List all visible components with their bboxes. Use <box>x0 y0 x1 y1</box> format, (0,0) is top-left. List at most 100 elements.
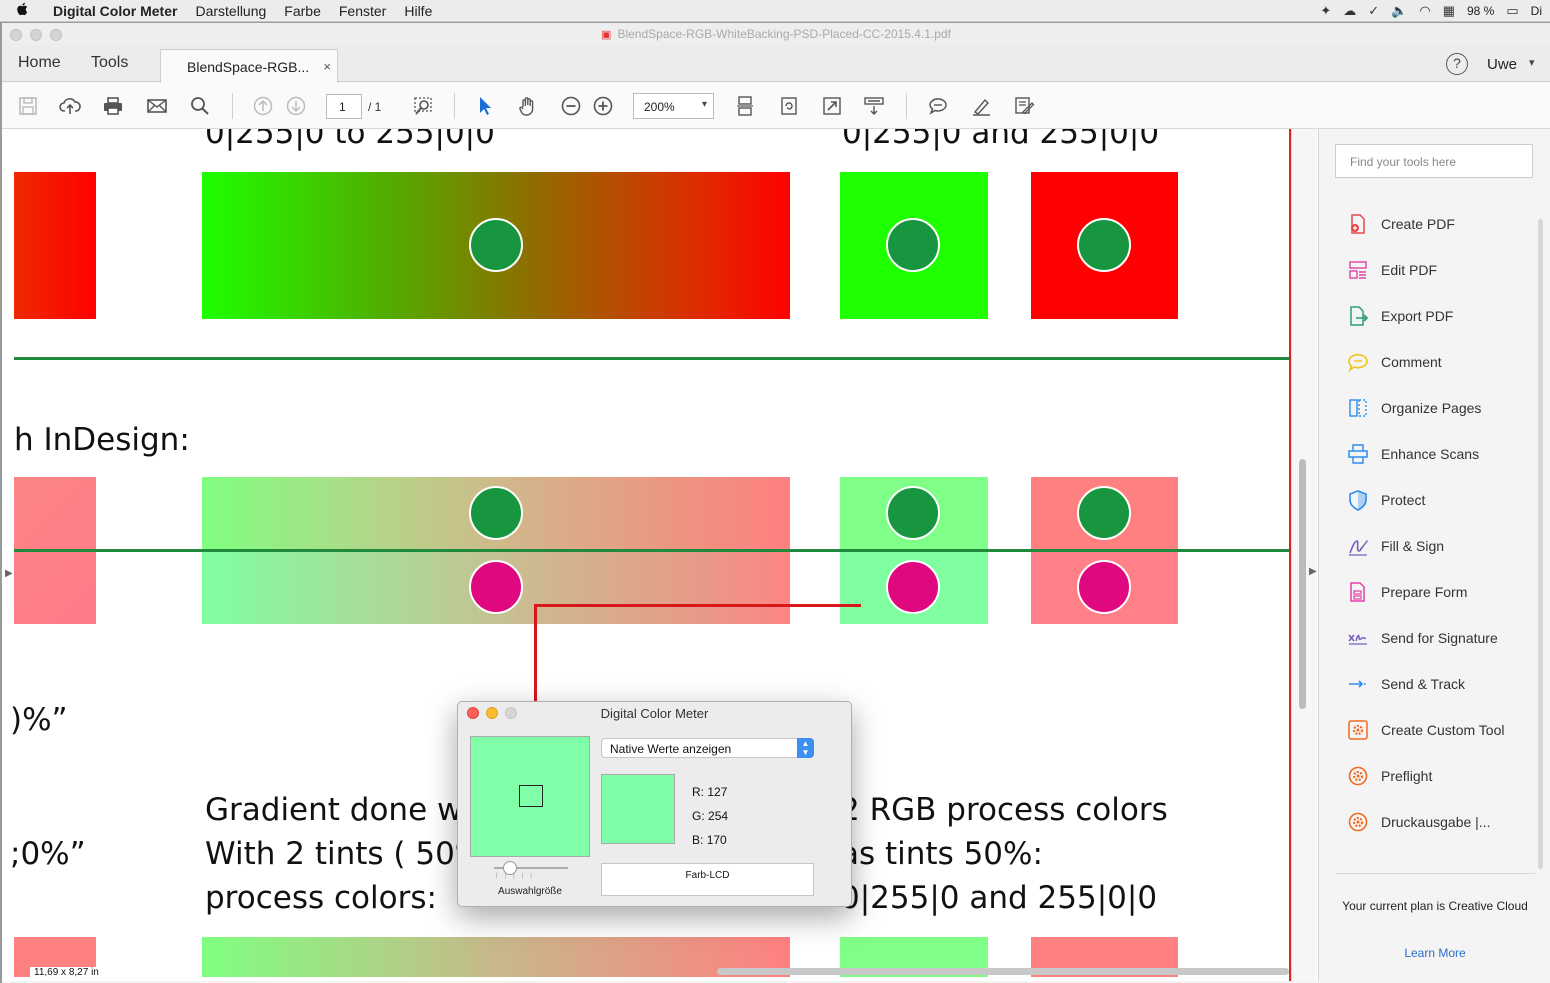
wifi-icon[interactable]: ◠ <box>1419 3 1430 19</box>
tools-pane-scrollbar[interactable] <box>1538 219 1543 869</box>
plan-text: Your current plan is Creative Cloud <box>1342 899 1528 913</box>
learn-more-link[interactable]: Learn More <box>1319 946 1550 960</box>
tab-tools[interactable]: Tools <box>91 54 128 72</box>
tool-item-export-pdf[interactable]: Export PDF <box>1319 293 1550 339</box>
search-icon[interactable] <box>188 94 212 118</box>
print-icon[interactable] <box>101 94 125 118</box>
user-account[interactable]: Uwe <box>1487 56 1517 73</box>
minimize-window-button[interactable] <box>30 29 42 41</box>
page-number-input[interactable]: 1 <box>326 94 362 119</box>
battery-icon[interactable]: ▭ <box>1506 3 1518 19</box>
save-icon[interactable] <box>16 94 40 118</box>
apple-menu-icon[interactable] <box>0 2 44 19</box>
zoom-level-select[interactable]: 200% ▾ <box>633 93 714 119</box>
upload-cloud-icon[interactable] <box>58 94 82 118</box>
tool-item-edit-pdf[interactable]: Edit PDF <box>1319 247 1550 293</box>
collapse-left-panel-icon[interactable]: ▶ <box>5 568 13 579</box>
tools-pane: ▶ Find your tools here Create PDF Edit PD… <box>1309 129 1550 981</box>
zoom-window-button[interactable] <box>50 29 62 41</box>
tool-item-create-custom-tool[interactable]: Create Custom Tool <box>1319 707 1550 753</box>
dropbox-icon[interactable]: ✦ <box>1320 3 1331 19</box>
tool-item-label: Send & Track <box>1381 676 1466 692</box>
tab-home[interactable]: Home <box>18 54 61 72</box>
tool-item-label: Export PDF <box>1381 308 1454 324</box>
calendar-icon[interactable]: ▦ <box>1443 3 1455 19</box>
menu-fenster[interactable]: Fenster <box>330 3 395 19</box>
battery-percent: 98 % <box>1467 3 1495 18</box>
comment-icon <box>1347 351 1369 373</box>
select-cursor-icon[interactable] <box>473 94 497 118</box>
tools-list: Create PDF Edit PDF Export PDF Comment Organ… <box>1319 201 1550 845</box>
rotate-view-icon[interactable] <box>777 94 801 118</box>
email-icon[interactable] <box>145 94 169 118</box>
menu-farbe[interactable]: Farbe <box>275 3 330 19</box>
b-label: B: <box>692 833 704 847</box>
tool-item-create-pdf[interactable]: Create PDF <box>1319 201 1550 247</box>
collapse-right-panel-icon[interactable]: ▶ <box>1309 566 1317 577</box>
scrolling-mode-icon[interactable] <box>733 94 757 118</box>
read-mode-icon[interactable] <box>862 94 886 118</box>
comment-icon[interactable] <box>926 94 950 118</box>
tool-item-enhance-scans[interactable]: Enhance Scans <box>1319 431 1550 477</box>
vertical-scrollbar[interactable] <box>1291 129 1317 981</box>
close-window-button[interactable] <box>10 29 22 41</box>
tool-item-comment[interactable]: Comment <box>1319 339 1550 385</box>
zoom-in-icon[interactable] <box>591 94 615 118</box>
next-page-icon[interactable] <box>284 94 308 118</box>
dot-green <box>1077 486 1131 540</box>
tool-item-organize-pages[interactable]: Organize Pages <box>1319 385 1550 431</box>
tool-item-send-track[interactable]: Send & Track <box>1319 661 1550 707</box>
highlight-icon[interactable] <box>969 94 993 118</box>
tab-bar: Home Tools BlendSpace-RGB... × ? Uwe ▾ <box>2 45 1550 83</box>
tool-item-preflight[interactable]: Preflight <box>1319 753 1550 799</box>
tool-item-druckausgabe[interactable]: Druckausgabe |... <box>1319 799 1550 845</box>
previous-page-icon[interactable] <box>251 94 275 118</box>
status-menus: ✦ ☁ ✓ 🔈 ◠ ▦ 98 % ▭ Di <box>1320 3 1550 19</box>
gradient-text-line3: process colors: <box>205 880 437 916</box>
menu-hilfe[interactable]: Hilfe <box>395 3 441 19</box>
help-icon[interactable]: ? <box>1446 53 1468 75</box>
tool-item-send-for-signature[interactable]: Send for Signature <box>1319 615 1550 661</box>
organize-pages-icon <box>1347 397 1369 419</box>
tab-document[interactable]: BlendSpace-RGB... × <box>160 49 338 83</box>
magnified-preview <box>470 736 590 857</box>
chevron-down-icon[interactable]: ▾ <box>1529 56 1535 69</box>
enhance-scans-icon <box>1347 443 1369 465</box>
tool-item-prepare-form[interactable]: Prepare Form <box>1319 569 1550 615</box>
tool-item-label: Protect <box>1381 492 1426 508</box>
page-total: / 1 <box>368 100 382 114</box>
creative-cloud-icon[interactable]: ☁ <box>1343 3 1356 19</box>
window-titlebar: ▣ BlendSpace-RGB-WhiteBacking-PSD-Placed… <box>2 23 1550 45</box>
tool-item-label: Fill & Sign <box>1381 538 1445 554</box>
tool-item-label: Preflight <box>1381 768 1433 784</box>
horizontal-scroll-thumb[interactable] <box>717 968 1289 975</box>
tab-document-label: BlendSpace-RGB... <box>187 59 310 75</box>
volume-icon[interactable]: 🔈 <box>1391 3 1407 19</box>
check-icon[interactable]: ✓ <box>1368 3 1379 19</box>
aperture-square <box>519 785 543 807</box>
tool-item-fill-sign[interactable]: Fill & Sign <box>1319 523 1550 569</box>
hand-tool-icon[interactable] <box>516 94 540 118</box>
vertical-scroll-thumb[interactable] <box>1299 459 1306 709</box>
menu-user[interactable]: Di <box>1531 4 1542 18</box>
tool-item-label: Send for Signature <box>1381 630 1498 646</box>
swatch-red-partial <box>14 172 96 319</box>
tool-item-label: Create Custom Tool <box>1381 722 1505 738</box>
menu-app-name[interactable]: Digital Color Meter <box>44 3 186 19</box>
fill-sign-toolbar-icon[interactable] <box>1012 94 1036 118</box>
tool-item-protect[interactable]: Protect <box>1319 477 1550 523</box>
tool-item-label: Comment <box>1381 354 1442 370</box>
value-mode-selected: Native Werte anzeigen <box>610 742 732 756</box>
menu-darstellung[interactable]: Darstellung <box>186 3 275 19</box>
toolbar-separator <box>232 93 233 119</box>
zoom-out-icon[interactable] <box>559 94 583 118</box>
close-tab-icon[interactable]: × <box>323 59 331 74</box>
full-screen-icon[interactable] <box>820 94 844 118</box>
r-value: 127 <box>707 785 728 799</box>
dot-green <box>469 486 523 540</box>
send-track-icon <box>1347 673 1369 695</box>
marquee-zoom-icon[interactable] <box>411 94 435 118</box>
toolbar: 1 / 1 200% ▾ <box>2 83 1550 129</box>
tools-search-input[interactable]: Find your tools here <box>1335 144 1533 178</box>
value-mode-select[interactable]: Native Werte anzeigen ▲ ▼ <box>601 738 814 758</box>
